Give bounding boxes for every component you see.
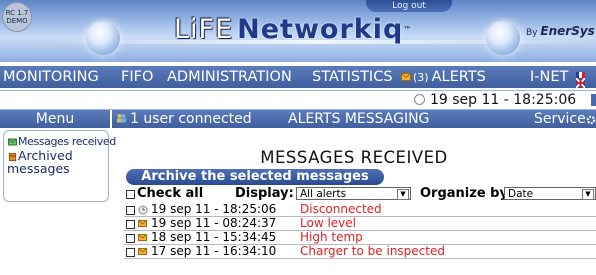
menu-title: Menu	[0, 110, 110, 128]
side-menu: Menu Messages received Archived messages	[0, 110, 116, 275]
archive-selected-button[interactable]: Archive the selected messages	[126, 169, 384, 185]
envelope-icon	[138, 234, 147, 241]
version-badge: RC 1.7 DEMO	[2, 2, 32, 32]
company-logo: By EnerSys	[526, 24, 595, 38]
decorative-orb-left	[86, 21, 120, 55]
app-logo: LiFE Networkiq™	[174, 15, 412, 45]
chevron-down-icon[interactable]: ▼	[582, 189, 594, 200]
check-all-checkbox[interactable]	[126, 190, 135, 199]
organize-select[interactable]: Date ▼	[504, 187, 596, 200]
users-connected: 1 user connected	[130, 111, 252, 127]
page-title: MESSAGES RECEIVED	[260, 148, 448, 167]
check-all-label[interactable]: Check all	[137, 186, 203, 202]
logo-life: LiFE	[174, 14, 234, 45]
message-row[interactable]: 19 sep 11 - 18:25:06 Disconnected	[124, 203, 596, 217]
decorative-orb-right	[486, 21, 520, 55]
organize-select-value: Date	[508, 188, 534, 200]
organize-label: Organize by:	[420, 186, 514, 201]
envelope-icon	[401, 73, 411, 81]
logo-networkiq: Networkiq	[237, 14, 404, 45]
message-time: 19 sep 11 - 08:24:37	[151, 216, 277, 230]
nav-item-statistics[interactable]: STATISTICS	[312, 66, 393, 88]
message-row[interactable]: 18 sep 11 - 15:34:45 High temp	[124, 231, 596, 245]
message-text[interactable]: High temp	[300, 231, 363, 244]
datebar-edge	[591, 94, 596, 106]
nav-item-administration[interactable]: ADMINISTRATION	[167, 66, 292, 88]
filter-toolbar: Check all Display: All alerts ▼ Organize…	[124, 186, 596, 202]
service-link[interactable]: Service	[534, 110, 586, 128]
menu-item-messages-received[interactable]: Messages received	[8, 135, 116, 148]
message-row[interactable]: 19 sep 11 - 08:24:37 Low level	[124, 217, 596, 231]
content-header-bar: 1 user connected ALERTS MESSAGING Servic…	[112, 110, 596, 128]
message-row[interactable]: 17 sep 11 - 16:34:10 Charger to be inspe…	[124, 245, 596, 259]
message-text[interactable]: Disconnected	[300, 203, 382, 216]
logo-trademark: ™	[403, 25, 413, 34]
users-icon	[116, 110, 127, 128]
gear-icon[interactable]	[586, 113, 596, 131]
section-title: ALERTS MESSAGING	[288, 111, 430, 127]
alerts-label: ALERTS	[431, 69, 486, 85]
main-content: 1 user connected ALERTS MESSAGING Servic…	[112, 110, 596, 275]
current-datetime: 19 sep 11 - 18:25:06	[430, 92, 577, 108]
display-select[interactable]: All alerts ▼	[296, 187, 411, 200]
main-nav: MONITORING FIFO ADMINISTRATION STATISTIC…	[0, 66, 596, 88]
menu-box: Messages received Archived messages	[3, 130, 116, 202]
message-time: 17 sep 11 - 16:34:10	[151, 244, 277, 258]
date-bar: 19 sep 11 - 18:25:06	[0, 90, 596, 110]
menu-item-messages-received-label: Messages received	[18, 135, 116, 148]
flag-uk-icon[interactable]	[576, 78, 585, 88]
logout-button[interactable]: Log out	[366, 0, 452, 12]
display-select-value: All alerts	[300, 188, 347, 200]
row-checkbox[interactable]	[126, 220, 135, 229]
envelope-icon	[8, 138, 17, 146]
message-time: 19 sep 11 - 18:25:06	[151, 202, 277, 216]
row-checkbox[interactable]	[126, 206, 135, 215]
nav-item-alerts[interactable]: (3) ALERTS	[401, 66, 486, 88]
company-name: EnerSys	[540, 24, 595, 38]
message-text[interactable]: Low level	[300, 217, 356, 230]
app-header: RC 1.7 DEMO Log out LiFE Networkiq™ By En…	[0, 0, 596, 62]
nav-item-fifo[interactable]: FIFO	[121, 66, 153, 88]
by-label: By	[526, 28, 538, 38]
row-checkbox[interactable]	[126, 248, 135, 257]
row-checkbox[interactable]	[126, 234, 135, 243]
display-label: Display:	[235, 186, 294, 201]
logout-label: Log out	[392, 1, 426, 11]
menu-item-archived-messages-line2[interactable]: messages	[7, 162, 70, 175]
envelope-icon	[138, 220, 147, 227]
message-time: 18 sep 11 - 15:34:45	[151, 230, 277, 244]
chevron-down-icon[interactable]: ▼	[397, 189, 409, 200]
archive-icon	[8, 152, 17, 161]
nav-item-inet[interactable]: I-NET	[530, 66, 568, 88]
version-badge-text: RC 1.7 DEMO	[5, 9, 29, 25]
message-text[interactable]: Charger to be inspected	[300, 245, 445, 258]
envelope-icon	[138, 248, 147, 255]
alerts-count: (3)	[413, 71, 429, 84]
nav-item-monitoring[interactable]: MONITORING	[3, 66, 99, 88]
language-flags[interactable]	[574, 72, 585, 88]
clock-icon	[414, 94, 425, 105]
